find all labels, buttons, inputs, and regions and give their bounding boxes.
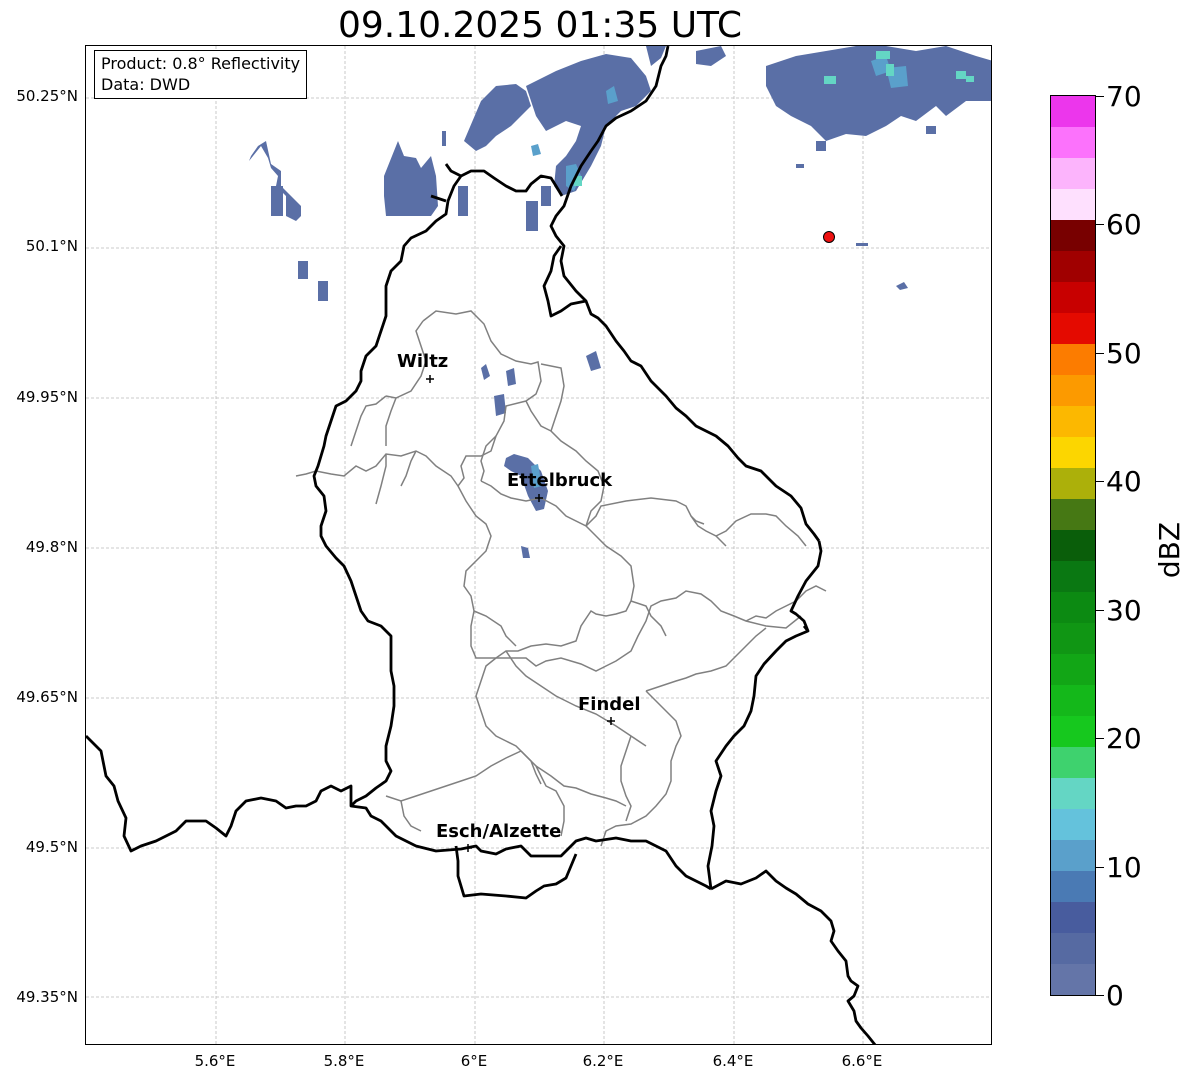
colorbar-segment (1051, 437, 1095, 468)
colorbar-segment (1051, 902, 1095, 933)
country-border (86, 46, 877, 1044)
colorbar-tick (1096, 738, 1104, 739)
colorbar-tick-label: 0 (1106, 979, 1124, 1012)
colorbar-tick-label: 20 (1106, 722, 1142, 755)
colorbar-segment (1051, 623, 1095, 654)
colorbar-tick (1096, 224, 1104, 225)
colorbar-tick-label: 30 (1106, 594, 1142, 627)
colorbar-label: dBZ (1153, 521, 1184, 579)
colorbar-tick (1096, 995, 1104, 996)
data-source-label: Data: DWD (101, 75, 191, 94)
city-label-esch: Esch/Alzette (436, 821, 562, 842)
colorbar-segment (1051, 406, 1095, 437)
map-canvas[interactable] (86, 46, 992, 1045)
colorbar-tick (1096, 96, 1104, 97)
colorbar-tick (1096, 867, 1104, 868)
colorbar-segment (1051, 499, 1095, 530)
colorbar-segment (1051, 840, 1095, 871)
colorbar-segment (1051, 933, 1095, 964)
city-marker (464, 844, 472, 852)
lon-label: 5.6°E (194, 1052, 236, 1070)
colorbar-tick-label: 40 (1106, 465, 1142, 498)
location-marker[interactable] (823, 231, 835, 243)
colorbar-segment (1051, 964, 1095, 995)
colorbar-segment (1051, 871, 1095, 902)
colorbar-tick (1096, 610, 1104, 611)
city-label-wiltz: Wiltz (397, 351, 449, 372)
grid-lines (86, 46, 991, 1044)
colorbar-segment (1051, 716, 1095, 747)
colorbar-tick-label: 60 (1106, 208, 1142, 241)
colorbar-segment (1051, 313, 1095, 344)
city-marker (426, 375, 434, 383)
lat-label: 49.8°N (25, 538, 78, 556)
colorbar-tick-label: 50 (1106, 337, 1142, 370)
colorbar-tick-label: 70 (1106, 80, 1142, 113)
product-label: Product: 0.8° Reflectivity (101, 54, 301, 73)
lon-label: 6.4°E (712, 1052, 754, 1070)
colorbar (1050, 95, 1096, 996)
lon-label: 6.6°E (841, 1052, 883, 1070)
colorbar-segment (1051, 375, 1095, 406)
colorbar-segment (1051, 592, 1095, 623)
radar-echoes (249, 46, 991, 558)
colorbar-segment (1051, 344, 1095, 375)
radar-map[interactable] (85, 45, 992, 1045)
lat-label: 49.95°N (16, 388, 78, 406)
lon-label: 6.2°E (582, 1052, 624, 1070)
colorbar-tick (1096, 353, 1104, 354)
colorbar-segment (1051, 220, 1095, 251)
lon-label: 6°E (460, 1052, 488, 1070)
city-markers (426, 375, 615, 852)
colorbar-segment (1051, 778, 1095, 809)
colorbar-segment (1051, 158, 1095, 189)
colorbar-segment (1051, 251, 1095, 282)
canton-borders (295, 310, 827, 847)
colorbar-segment (1051, 809, 1095, 840)
city-marker (607, 717, 615, 725)
colorbar-segment (1051, 654, 1095, 685)
colorbar-segment (1051, 685, 1095, 716)
colorbar-segment (1051, 127, 1095, 158)
lon-label: 5.8°E (323, 1052, 365, 1070)
map-title: 09.10.2025 01:35 UTC (337, 5, 743, 46)
city-label-findel: Findel (578, 694, 641, 715)
colorbar-tick (1096, 481, 1104, 482)
lat-label: 50.1°N (25, 237, 78, 255)
colorbar-segment (1051, 468, 1095, 499)
colorbar-segment (1051, 530, 1095, 561)
colorbar-segment (1051, 561, 1095, 592)
colorbar-segment (1051, 282, 1095, 313)
city-label-ettelbruck: Ettelbruck (507, 470, 613, 491)
colorbar-tick-label: 10 (1106, 851, 1142, 884)
lat-label: 50.25°N (16, 87, 78, 105)
lat-label: 49.5°N (25, 838, 78, 856)
info-box: Product: 0.8° Reflectivity Data: DWD (94, 50, 308, 99)
lat-label: 49.35°N (16, 988, 78, 1006)
colorbar-segment (1051, 747, 1095, 778)
colorbar-segment (1051, 96, 1095, 127)
colorbar-segment (1051, 189, 1095, 220)
lat-label: 49.65°N (16, 688, 78, 706)
